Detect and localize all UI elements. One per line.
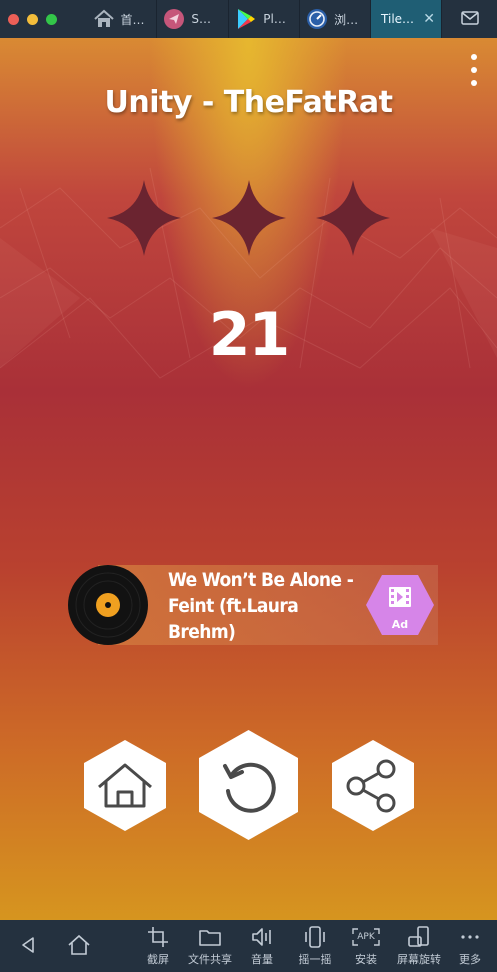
toolbar-label: 截屏 <box>147 953 169 966</box>
toolbar-label: 屏幕旋转 <box>397 953 441 966</box>
retry-button[interactable] <box>197 728 300 842</box>
apk-icon: APK <box>350 925 382 949</box>
star-rating <box>107 180 390 256</box>
next-song-name: We Won’t Be Alone - Feint (ft.Laura Breh… <box>168 567 368 645</box>
toolbar-label: 更多 <box>459 953 481 966</box>
next-song-card[interactable]: We Won’t Be Alone - Feint (ft.Laura Breh… <box>68 563 438 647</box>
window-title-bar: 首… S… Pl… 浏… Tile… ✕ <box>0 0 497 38</box>
play-store-icon <box>235 8 257 30</box>
score: 21 <box>208 300 291 370</box>
more-icon <box>460 925 480 949</box>
rotate-screen-icon <box>407 925 431 949</box>
menu-dot <box>471 54 477 60</box>
home-nav-button[interactable] <box>64 920 94 972</box>
home-button[interactable] <box>82 738 168 833</box>
video-film-icon <box>389 587 411 607</box>
tab-s[interactable]: S… <box>157 0 230 38</box>
next-song-line: Feint (ft.Laura <box>168 595 299 617</box>
close-window-button[interactable] <box>8 13 19 25</box>
maximize-window-button[interactable] <box>46 13 57 25</box>
crop-icon <box>147 925 169 949</box>
mail-button[interactable] <box>442 0 497 38</box>
tab-label: S… <box>191 12 212 26</box>
toolbar-label: 文件共享 <box>188 953 232 966</box>
close-tab-icon[interactable]: ✕ <box>423 11 435 27</box>
toolbar-label: 音量 <box>251 953 273 966</box>
tab-tiles-hop[interactable]: Tile… ✕ <box>371 0 443 38</box>
install-apk-button[interactable]: APK 安装 <box>348 920 384 972</box>
shake-button[interactable]: 摇一摇 <box>294 920 336 972</box>
tab-play-store[interactable]: Pl… <box>229 0 301 38</box>
star-3-icon <box>316 180 390 256</box>
next-song-line: We Won’t Be Alone - <box>168 569 354 591</box>
paper-plane-icon <box>163 8 185 30</box>
home-icon <box>67 933 91 957</box>
minimize-window-button[interactable] <box>27 13 38 25</box>
shake-icon <box>302 925 328 949</box>
star-2-icon <box>212 180 286 256</box>
vinyl-disc-icon <box>68 565 148 645</box>
more-button[interactable]: 更多 <box>455 920 485 972</box>
back-button[interactable] <box>14 920 42 972</box>
star-1-icon <box>107 180 181 256</box>
toolbar-label: 摇一摇 <box>298 953 332 966</box>
song-title: Unity - TheFatRat <box>104 85 393 120</box>
mail-icon <box>460 10 479 29</box>
tab-home[interactable]: 首… <box>87 0 158 38</box>
tab-label: Pl… <box>263 12 286 26</box>
toolbar-label: 安装 <box>355 953 377 966</box>
tab-label: Tile… <box>381 12 415 26</box>
tab-label: 首… <box>120 12 145 27</box>
home-icon <box>93 8 115 30</box>
ad-label: Ad <box>391 618 409 631</box>
volume-button[interactable]: 音量 <box>246 920 278 972</box>
apk-text: APK <box>357 932 375 942</box>
share-button[interactable] <box>330 738 416 833</box>
screenshot-button[interactable]: 截屏 <box>140 920 176 972</box>
browser-icon <box>306 8 328 30</box>
volume-icon <box>251 925 273 949</box>
game-result-screen: Unity - TheFatRat 21 We Won’t Be Alone -… <box>0 38 497 920</box>
menu-dot <box>471 67 477 73</box>
traffic-lights <box>0 13 87 25</box>
folder-icon <box>199 925 221 949</box>
next-song-line: Brehm) <box>168 621 236 643</box>
tab-label: 浏… <box>334 12 359 27</box>
tab-browser[interactable]: 浏… <box>300 0 372 38</box>
emulator-toolbar: 截屏 文件共享 音量 摇一摇 APK 安装 屏幕旋转 更多 <box>0 920 497 972</box>
back-icon <box>20 933 36 957</box>
more-options-button[interactable] <box>469 54 479 86</box>
screen-rotate-button[interactable]: 屏幕旋转 <box>393 920 445 972</box>
file-share-button[interactable]: 文件共享 <box>184 920 236 972</box>
